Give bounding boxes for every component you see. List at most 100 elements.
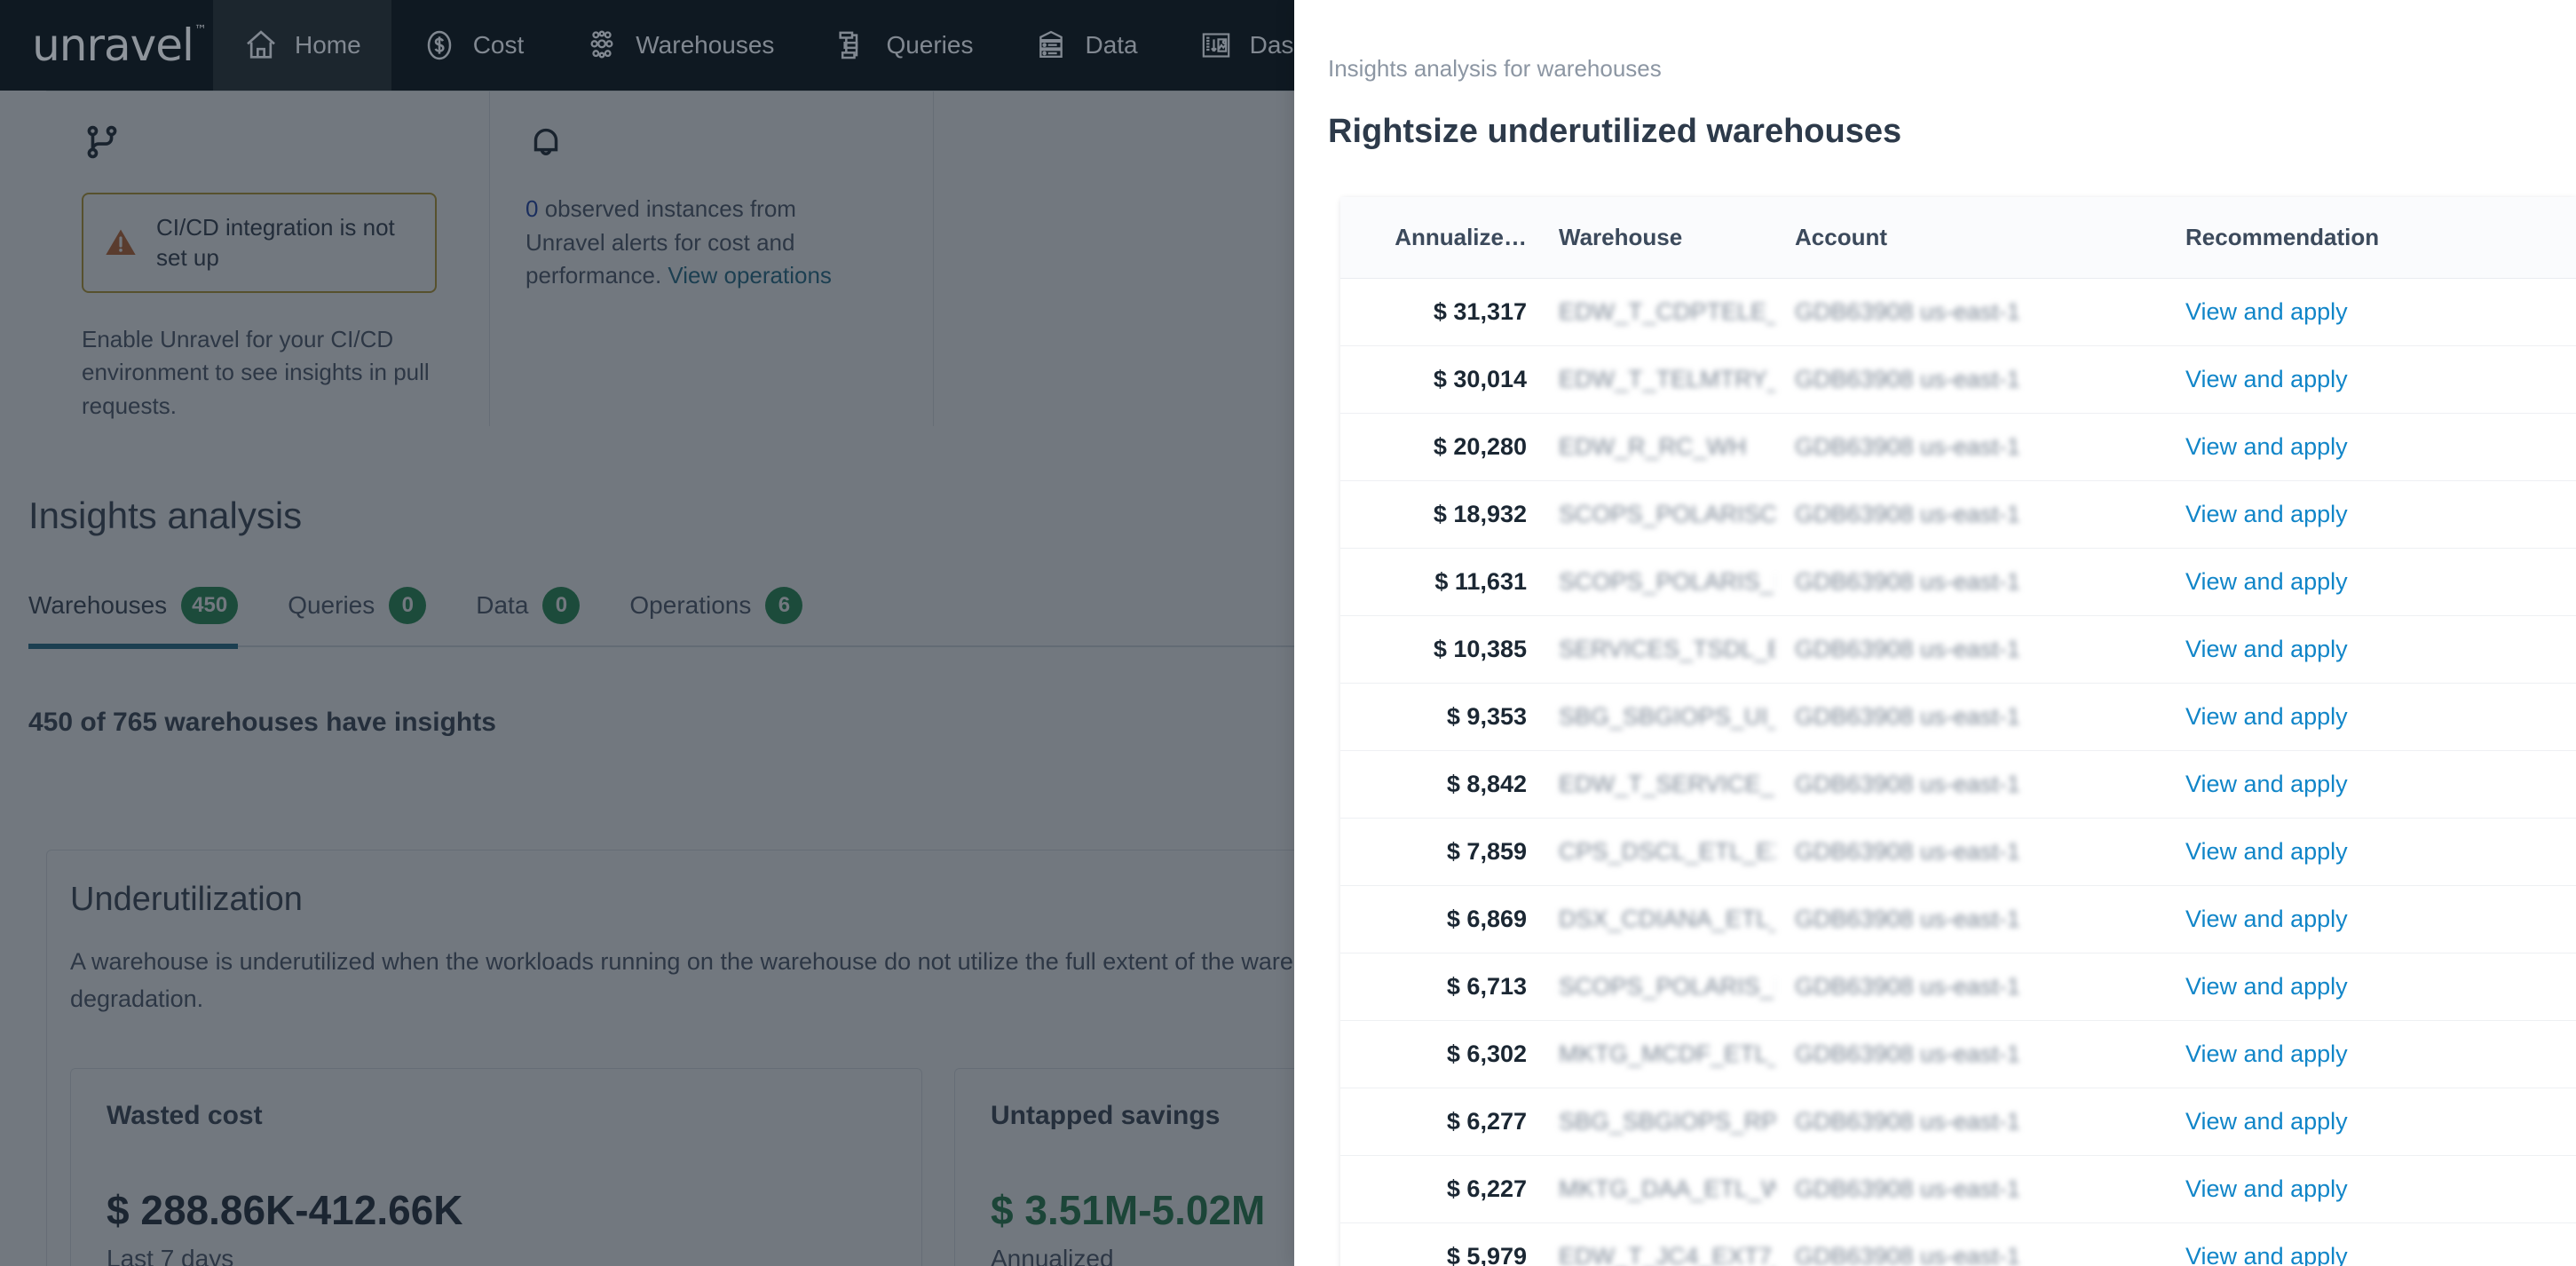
view-and-apply-link[interactable]: View and apply — [2185, 973, 2348, 1000]
table-row[interactable]: $ 6,277SBG_SBGIOPS_RPT_WGDB63908 us-east… — [1340, 1088, 2576, 1156]
table-row[interactable]: $ 18,932SCOPS_POLARISCCC_GDB63908 us-eas… — [1340, 480, 2576, 549]
git-branch-icon — [82, 122, 454, 162]
view-and-apply-link[interactable]: View and apply — [2185, 838, 2348, 865]
cell-account: GDB63908 us-east-1 — [1775, 1222, 2166, 1266]
dollar-circle-icon — [422, 28, 457, 63]
table-row[interactable]: $ 6,713SCOPS_POLARIS_ETL_GDB63908 us-eas… — [1340, 953, 2576, 1021]
cicd-integration-card: CI/CD integration is not set up Enable U… — [46, 91, 490, 426]
cell-annualized-cost: $ 6,713 — [1340, 953, 1527, 1021]
cell-annualized-cost: $ 20,280 — [1340, 413, 1527, 481]
tab-queries[interactable]: Queries 0 — [288, 587, 427, 649]
column-header-recommendation[interactable]: Recommendation — [2166, 197, 2576, 279]
cell-account: GDB63908 us-east-1 — [1775, 750, 2166, 819]
table-body: $ 31,317EDW_T_CDPTELE_EXTGDB63908 us-eas… — [1340, 278, 2576, 1266]
cell-warehouse-name: SERVICES_TSDL_ETL_I — [1527, 615, 1775, 684]
drawer-header: Insights analysis for warehouses Rightsi… — [1294, 0, 2576, 151]
cell-warehouse-name: EDW_R_RC_WH — [1527, 413, 1775, 481]
view-and-apply-link[interactable]: View and apply — [2185, 568, 2348, 595]
view-and-apply-link[interactable]: View and apply — [2185, 298, 2348, 325]
screen: unravel ™ Home Cost Warehouses Queries D… — [0, 0, 2576, 1266]
view-and-apply-link[interactable]: View and apply — [2185, 636, 2348, 662]
table-row[interactable]: $ 31,317EDW_T_CDPTELE_EXTGDB63908 us-eas… — [1340, 278, 2576, 346]
nav-item-data[interactable]: Data — [1003, 0, 1167, 91]
tab-label-queries: Queries — [288, 591, 375, 619]
tab-label-operations: Operations — [629, 591, 752, 619]
table-row[interactable]: $ 10,385SERVICES_TSDL_ETL_IGDB63908 us-e… — [1340, 615, 2576, 684]
nav-label-warehouses: Warehouses — [636, 31, 775, 59]
dashboard-icon — [1198, 28, 1234, 63]
table-row[interactable]: $ 20,280 EDW_R_RC_WH GDB63908 us-east-1 Vie… — [1340, 413, 2576, 481]
cell-annualized-cost: $ 31,317 — [1340, 278, 1527, 346]
tab-warehouses[interactable]: Warehouses 450 — [28, 587, 239, 649]
view-and-apply-link[interactable]: View and apply — [2185, 433, 2348, 460]
cell-account: GDB63908 us-east-1 — [1775, 413, 2166, 481]
queries-icon — [834, 28, 870, 63]
cell-annualized-cost: $ 5,979 — [1340, 1222, 1527, 1266]
cell-warehouse-name: DSX_CDIANA_ETL_EX — [1527, 885, 1775, 953]
column-header-warehouse[interactable]: Warehouse — [1527, 197, 1775, 279]
table-row[interactable]: $ 7,859CPS_DSCL_ETL_EXT2_GDB63908 us-eas… — [1340, 818, 2576, 886]
tab-operations[interactable]: Operations 6 — [629, 587, 803, 649]
cell-account: GDB63908 us-east-1 — [1775, 1020, 2166, 1088]
tab-badge-warehouses: 450 — [181, 587, 239, 624]
table-row[interactable]: $ 5,979EDW_T_JC4_EXT7_WHGDB63908 us-east… — [1340, 1222, 2576, 1266]
nav-item-home[interactable]: Home — [213, 0, 391, 91]
drawer-title: Rightsize underutilized warehouses — [1328, 113, 1902, 150]
cell-account: GDB63908 us-east-1 — [1775, 953, 2166, 1021]
table-row[interactable]: $ 6,227MKTG_DAA_ETL_WHGDB63908 us-east-1… — [1340, 1155, 2576, 1223]
view-and-apply-link[interactable]: View and apply — [2185, 1040, 2348, 1067]
tab-label-warehouses: Warehouses — [28, 591, 168, 619]
logo-text: unravel — [32, 20, 194, 71]
table-row[interactable]: $ 9,353SBG_SBGIOPS_UI_WHGDB63908 us-east… — [1340, 683, 2576, 751]
view-and-apply-link[interactable]: View and apply — [2185, 1108, 2348, 1135]
recommendations-table: Annualize… Warehouse Account Recommendat… — [1340, 197, 2576, 1266]
cell-warehouse-name: SBG_SBGIOPS_RPT_W — [1527, 1088, 1775, 1156]
column-header-annualized-cost[interactable]: Annualize… — [1340, 197, 1527, 279]
view-and-apply-link[interactable]: View and apply — [2185, 771, 2348, 797]
bell-icon — [525, 122, 897, 162]
cell-recommendation: View and apply — [2166, 1155, 2576, 1223]
table-row[interactable]: $ 11,631SCOPS_POLARIS_ETL_GDB63908 us-ea… — [1340, 548, 2576, 616]
cell-annualized-cost: $ 6,869 — [1340, 885, 1527, 953]
view-and-apply-link[interactable]: View and apply — [2185, 366, 2348, 392]
view-and-apply-link[interactable]: View and apply — [2185, 1175, 2348, 1202]
cell-recommendation: View and apply — [2166, 480, 2576, 549]
table-row[interactable]: $ 6,869DSX_CDIANA_ETL_EXGDB63908 us-east… — [1340, 885, 2576, 953]
nav-item-cost[interactable]: Cost — [391, 0, 555, 91]
cell-warehouse-name: EDW_T_TELMTRY_CDP — [1527, 345, 1775, 414]
cell-annualized-cost: $ 18,932 — [1340, 480, 1527, 549]
tab-data[interactable]: Data 0 — [476, 587, 581, 649]
view-operations-link[interactable]: View operations — [668, 262, 832, 289]
cell-warehouse-name: EDW_T_SERVICE_SALI — [1527, 750, 1775, 819]
cell-account: GDB63908 us-east-1 — [1775, 885, 2166, 953]
nav-item-warehouses[interactable]: Warehouses — [554, 0, 804, 91]
home-icon — [243, 28, 279, 63]
column-header-account[interactable]: Account — [1775, 197, 2166, 279]
cell-recommendation: View and apply — [2166, 345, 2576, 414]
cell-warehouse-name: EDW_T_CDPTELE_EXT — [1527, 278, 1775, 346]
tab-label-data: Data — [476, 591, 529, 619]
cicd-card-description: Enable Unravel for your CI/CD environmen… — [82, 325, 430, 419]
view-and-apply-link[interactable]: View and apply — [2185, 906, 2348, 932]
cell-account: GDB63908 us-east-1 — [1775, 683, 2166, 751]
cell-warehouse-name: CPS_DSCL_ETL_EXT2_ — [1527, 818, 1775, 886]
view-and-apply-link[interactable]: View and apply — [2185, 501, 2348, 527]
observed-instances-count: 0 — [525, 195, 539, 222]
cicd-warning-text: CI/CD integration is not set up — [156, 214, 395, 272]
cell-recommendation: View and apply — [2166, 615, 2576, 684]
view-and-apply-link[interactable]: View and apply — [2185, 703, 2348, 730]
table-row[interactable]: $ 30,014EDW_T_TELMTRY_CDPGDB63908 us-eas… — [1340, 345, 2576, 414]
cell-recommendation: View and apply — [2166, 413, 2576, 481]
table-row[interactable]: $ 6,302MKTG_MCDF_ETL_WHGDB63908 us-east-… — [1340, 1020, 2576, 1088]
cell-recommendation: View and apply — [2166, 1222, 2576, 1266]
alerts-card: 0 observed instances from Unravel alerts… — [490, 91, 934, 426]
cell-account: GDB63908 us-east-1 — [1775, 1088, 2166, 1156]
cell-recommendation: View and apply — [2166, 750, 2576, 819]
view-and-apply-link[interactable]: View and apply — [2185, 1243, 2348, 1266]
cell-annualized-cost: $ 30,014 — [1340, 345, 1527, 414]
cell-account: GDB63908 us-east-1 — [1775, 615, 2166, 684]
table-row[interactable]: $ 8,842EDW_T_SERVICE_SALIGDB63908 us-eas… — [1340, 750, 2576, 819]
cell-recommendation: View and apply — [2166, 953, 2576, 1021]
brand-logo[interactable]: unravel ™ — [0, 0, 213, 91]
nav-item-queries[interactable]: Queries — [804, 0, 1003, 91]
